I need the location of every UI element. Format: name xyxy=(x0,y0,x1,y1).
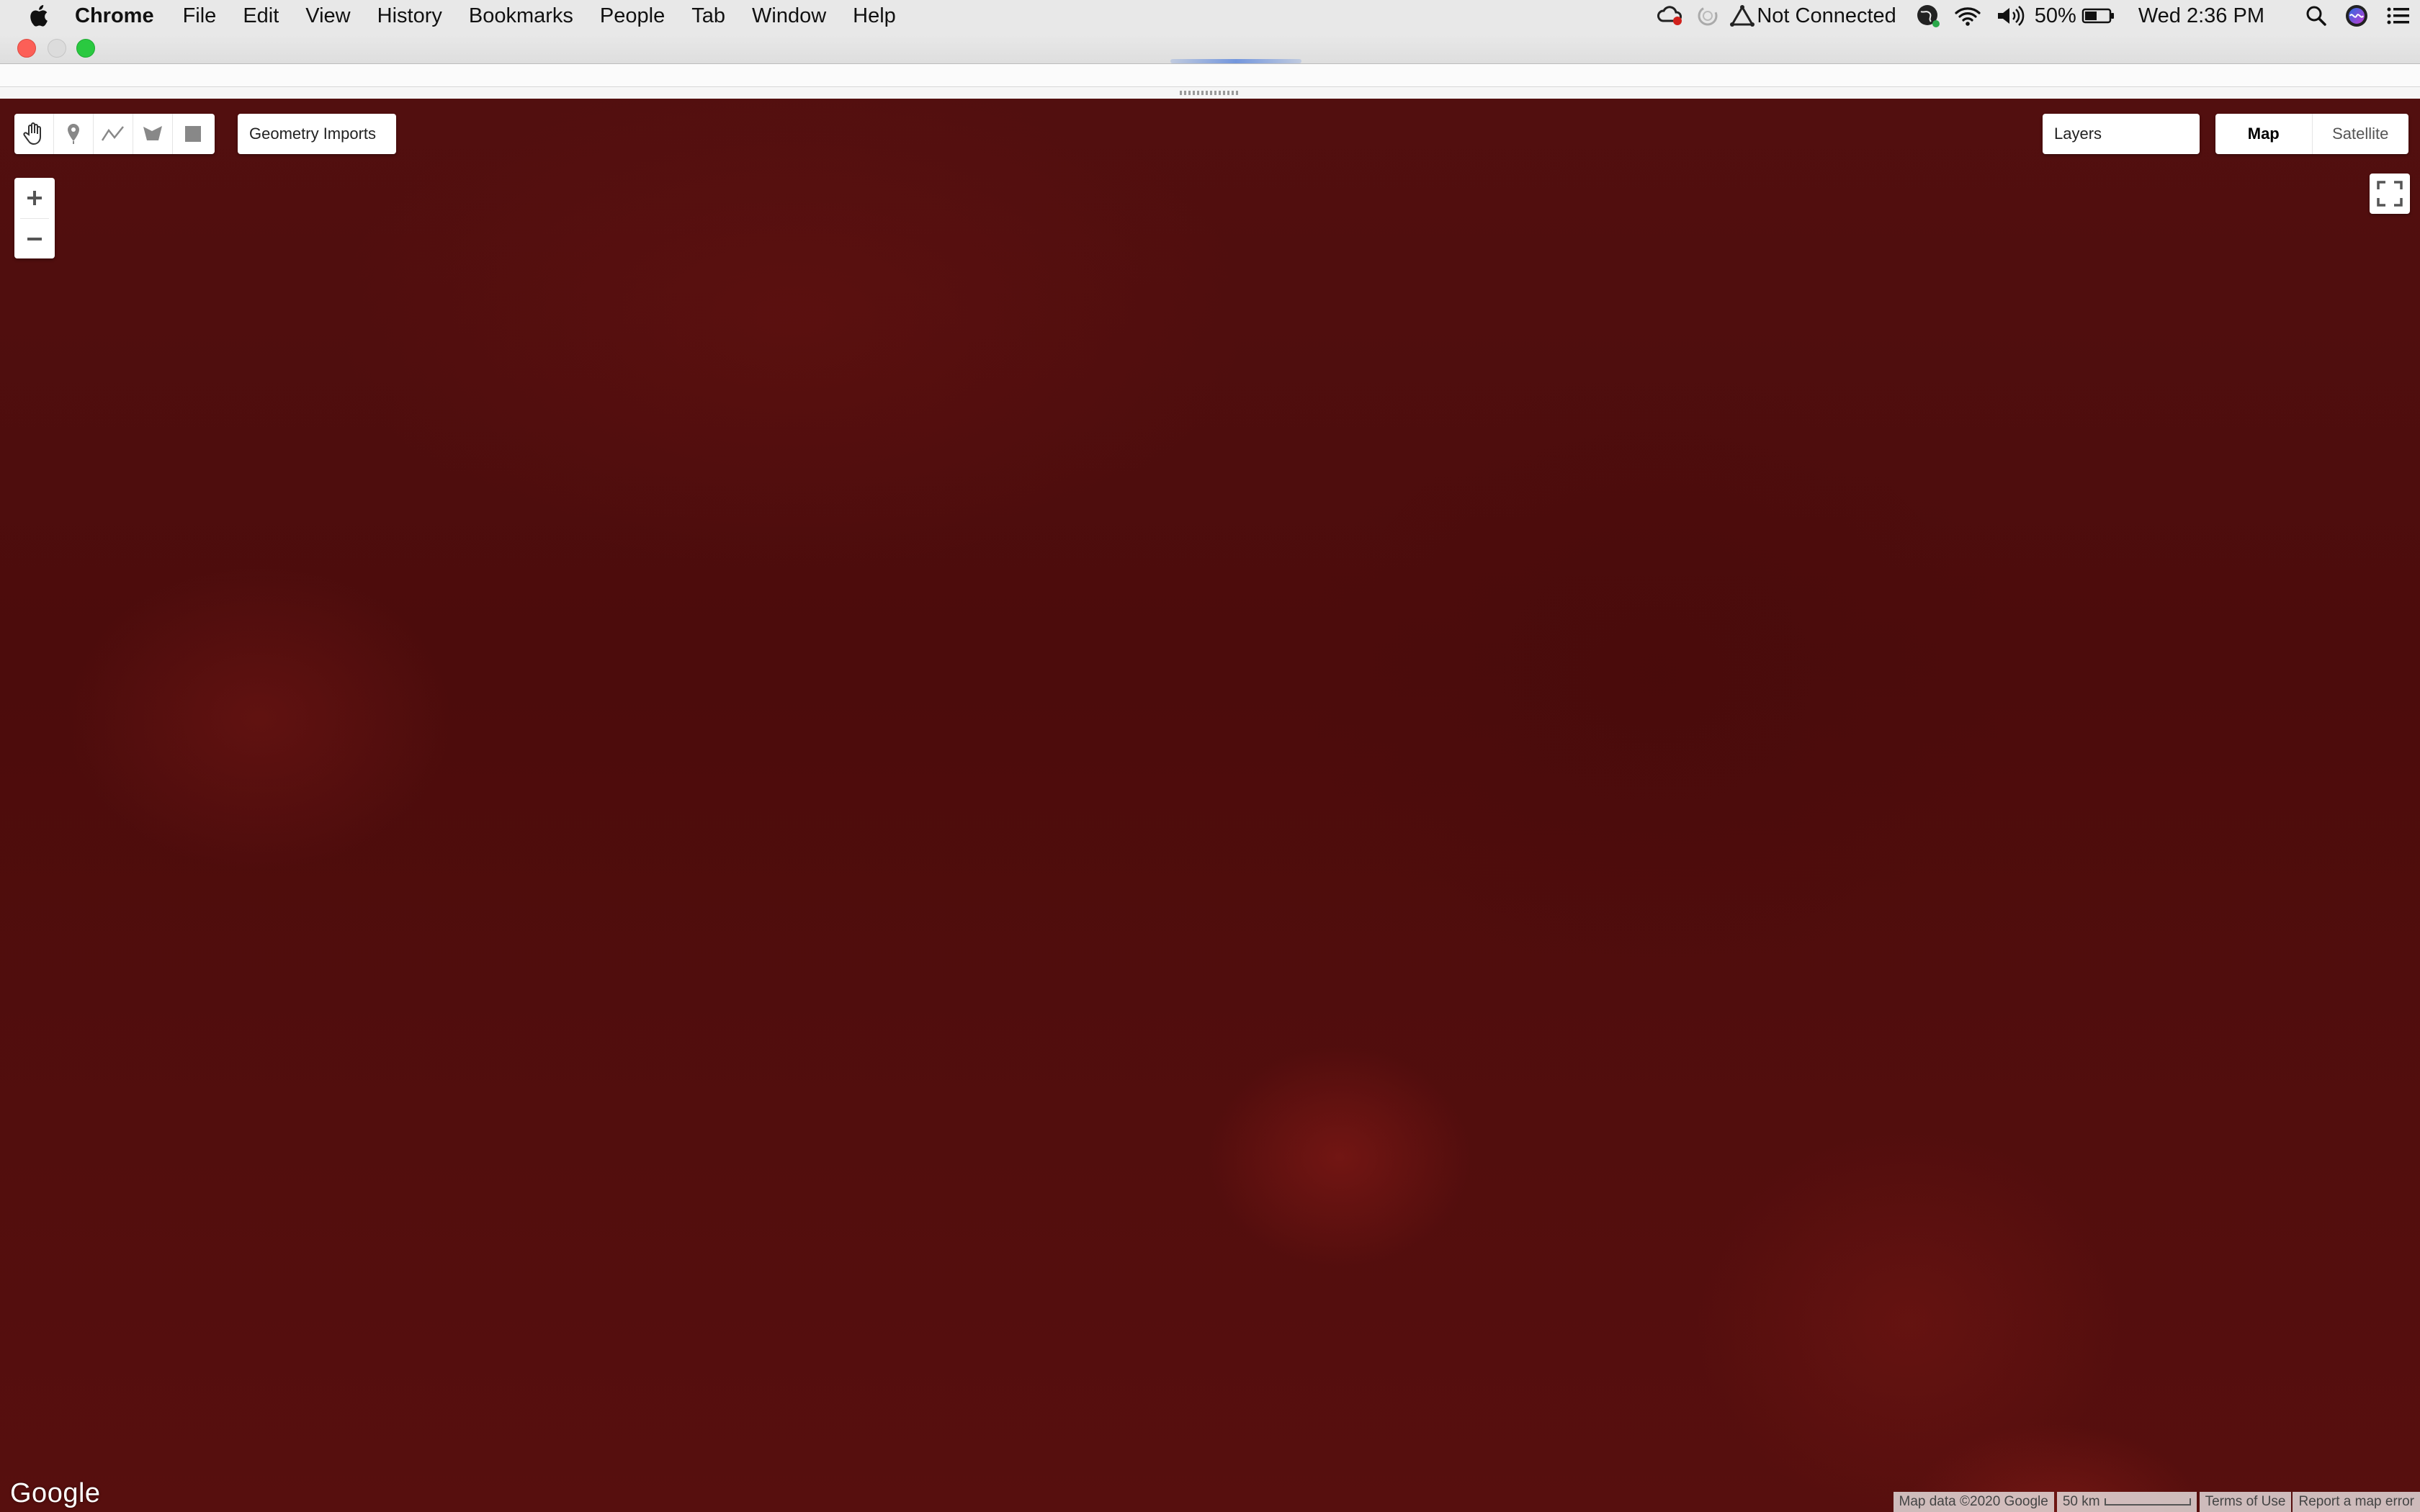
report-map-error-link[interactable]: Report a map error xyxy=(2293,1492,2420,1512)
apple-icon[interactable] xyxy=(26,2,53,30)
fullscreen-icon xyxy=(2377,181,2403,207)
battery-percentage: 50% xyxy=(2034,4,2076,27)
menu-file[interactable]: File xyxy=(183,4,217,28)
window-fullscreen-button[interactable] xyxy=(76,39,95,58)
page-header-area xyxy=(0,64,2420,86)
zoom-in-button[interactable] xyxy=(14,178,55,218)
app-menu-chrome[interactable]: Chrome xyxy=(75,4,154,28)
battery-icon[interactable] xyxy=(2076,0,2121,32)
map-marker-icon xyxy=(68,124,79,144)
menu-bar: Chrome File Edit View History Bookmarks … xyxy=(0,0,2420,32)
sync-icon[interactable] xyxy=(1688,0,1728,32)
terms-of-use-link[interactable]: Terms of Use xyxy=(2199,1492,2292,1512)
layers-label: Layers xyxy=(2054,125,2102,143)
drawing-toolbar xyxy=(14,114,215,154)
map-footer: Map data ©2020 Google 50 km Terms of Use… xyxy=(1891,1492,2420,1512)
menu-window[interactable]: Window xyxy=(752,4,826,28)
creative-cloud-icon[interactable] xyxy=(1653,0,1688,32)
rectangle-icon xyxy=(184,126,201,142)
scale-bar xyxy=(2104,1498,2191,1506)
layers-dropdown[interactable]: Layers xyxy=(2043,114,2200,154)
menu-people[interactable]: People xyxy=(600,4,665,28)
hand-icon xyxy=(23,122,41,145)
globe-icon[interactable] xyxy=(1909,0,1947,32)
siri-icon[interactable] xyxy=(2336,0,2377,32)
minus-icon xyxy=(27,238,42,240)
map-type-map-button[interactable]: Map xyxy=(2215,114,2313,154)
rectangle-tool-button[interactable] xyxy=(173,114,212,154)
fullscreen-button[interactable] xyxy=(2370,174,2410,214)
scale-label: 50 km xyxy=(2062,1494,2100,1509)
map-data-attribution: Map data ©2020 Google xyxy=(1893,1492,2054,1512)
wifi-icon[interactable] xyxy=(1947,0,1989,32)
menu-help[interactable]: Help xyxy=(853,4,896,28)
menu-tab[interactable]: Tab xyxy=(691,4,725,28)
zoom-out-button[interactable] xyxy=(14,219,55,259)
marker-tool-button[interactable] xyxy=(54,114,94,154)
vpn-status-label[interactable]: Not Connected xyxy=(1757,4,1896,28)
map-type-toggle: Map Satellite xyxy=(2215,114,2408,154)
geometry-imports-label: Geometry Imports xyxy=(249,125,377,143)
menu-history[interactable]: History xyxy=(377,4,442,28)
polygon-icon xyxy=(143,126,162,140)
menu-edit[interactable]: Edit xyxy=(243,4,279,28)
hand-tool-button[interactable] xyxy=(14,114,54,154)
map-type-satellite-button[interactable]: Satellite xyxy=(2313,114,2409,154)
polyline-icon xyxy=(101,126,124,141)
active-tab-indicator xyxy=(1170,59,1301,63)
map-canvas[interactable]: Geometry Imports Layers Map Satellite Go… xyxy=(0,99,2420,1512)
window-close-button[interactable] xyxy=(17,39,36,58)
zoom-control xyxy=(14,178,55,258)
volume-icon[interactable] xyxy=(1989,0,2032,32)
panel-resize-handle[interactable] xyxy=(0,86,2420,99)
window-minimize-button[interactable] xyxy=(48,39,66,58)
notification-center-icon[interactable] xyxy=(2377,0,2420,32)
polygon-tool-button[interactable] xyxy=(133,114,173,154)
vpn-icon[interactable] xyxy=(1728,0,1757,32)
line-tool-button[interactable] xyxy=(94,114,133,154)
geometry-imports-button[interactable]: Geometry Imports xyxy=(238,114,396,154)
google-logo: Google xyxy=(10,1478,101,1508)
clock[interactable]: Wed 2:36 PM xyxy=(2138,4,2264,28)
browser-title-bar xyxy=(0,32,2420,64)
menu-bookmarks[interactable]: Bookmarks xyxy=(469,4,573,28)
scale-indicator[interactable]: 50 km xyxy=(2056,1492,2197,1512)
menu-view[interactable]: View xyxy=(305,4,350,28)
resize-grip-icon[interactable] xyxy=(1180,91,1240,95)
spotlight-icon[interactable] xyxy=(2296,0,2336,32)
plus-icon xyxy=(27,191,42,205)
